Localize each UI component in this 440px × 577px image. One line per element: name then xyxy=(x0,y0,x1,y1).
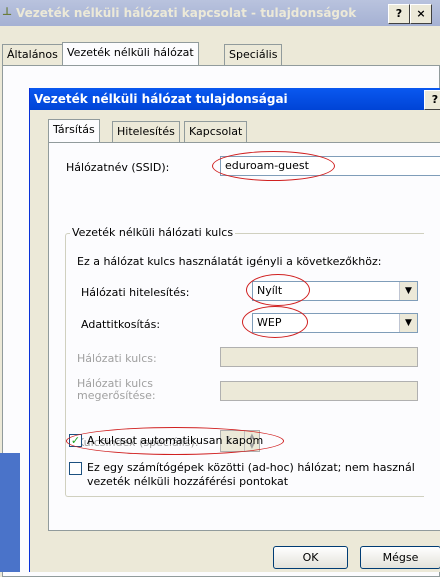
tab-advanced[interactable]: Speciális xyxy=(224,44,283,65)
confirm-key-label-line2: megerősítése: xyxy=(77,389,156,402)
confirm-key-input[interactable] xyxy=(220,381,418,401)
encryption-annotation-oval xyxy=(242,306,308,338)
dialog-help-button[interactable]: ? xyxy=(424,90,440,110)
tab-authentication[interactable]: Hitelesítés xyxy=(112,121,180,142)
tab-wireless-networks[interactable]: Vezeték nélküli hálózat xyxy=(62,42,199,65)
auth-annotation-oval xyxy=(246,274,310,306)
help-button[interactable]: ? xyxy=(388,4,410,24)
ok-button[interactable]: OK xyxy=(273,546,348,569)
ssid-annotation-oval xyxy=(212,151,335,181)
tab-general[interactable]: Általános xyxy=(2,44,63,65)
background-strip xyxy=(0,453,20,572)
network-key-input[interactable] xyxy=(220,347,418,367)
tab-association[interactable]: Társítás xyxy=(48,119,100,142)
encryption-label: Adattitkosítás: xyxy=(81,318,161,331)
adhoc-checkbox[interactable] xyxy=(69,462,82,475)
ssid-label: Hálózatnév (SSID): xyxy=(66,161,170,174)
auth-label: Hálózati hitelesítés: xyxy=(81,286,190,299)
background-window-title: Vezeték nélküli hálózati kapcsolat - tul… xyxy=(16,6,357,20)
network-key-label: Hálózati kulcs: xyxy=(77,352,157,365)
cancel-button[interactable]: Mégse xyxy=(360,546,440,569)
dialog-title-bar: Vezeték nélküli hálózat tulajdonságai ? xyxy=(30,88,440,110)
network-connection-icon: ⊥ xyxy=(2,5,13,18)
wireless-network-properties-dialog: Vezeték nélküli hálózat tulajdonságai ? … xyxy=(29,88,440,572)
chevron-down-icon: ▼ xyxy=(399,282,417,300)
background-title-bar: ⊥ Vezeték nélküli hálózati kapcsolat - t… xyxy=(0,0,440,26)
adhoc-label-line2: vezeték nélküli hozzáférési pontokat xyxy=(87,475,289,488)
adhoc-label-line1: Ez egy számítógépek közötti (ad-hoc) hál… xyxy=(87,461,415,474)
close-button[interactable]: × xyxy=(410,4,432,24)
dialog-title: Vezeték nélküli hálózat tulajdonságai xyxy=(34,92,288,106)
key-requirement-text: Ez a hálózat kulcs használatát igényli a… xyxy=(77,255,382,268)
chevron-down-icon: ▼ xyxy=(399,314,417,332)
tab-connection[interactable]: Kapcsolat xyxy=(184,121,248,142)
auto-key-annotation-oval xyxy=(66,427,284,455)
wireless-key-group-title: Vezeték nélküli hálózati kulcs xyxy=(70,226,236,239)
